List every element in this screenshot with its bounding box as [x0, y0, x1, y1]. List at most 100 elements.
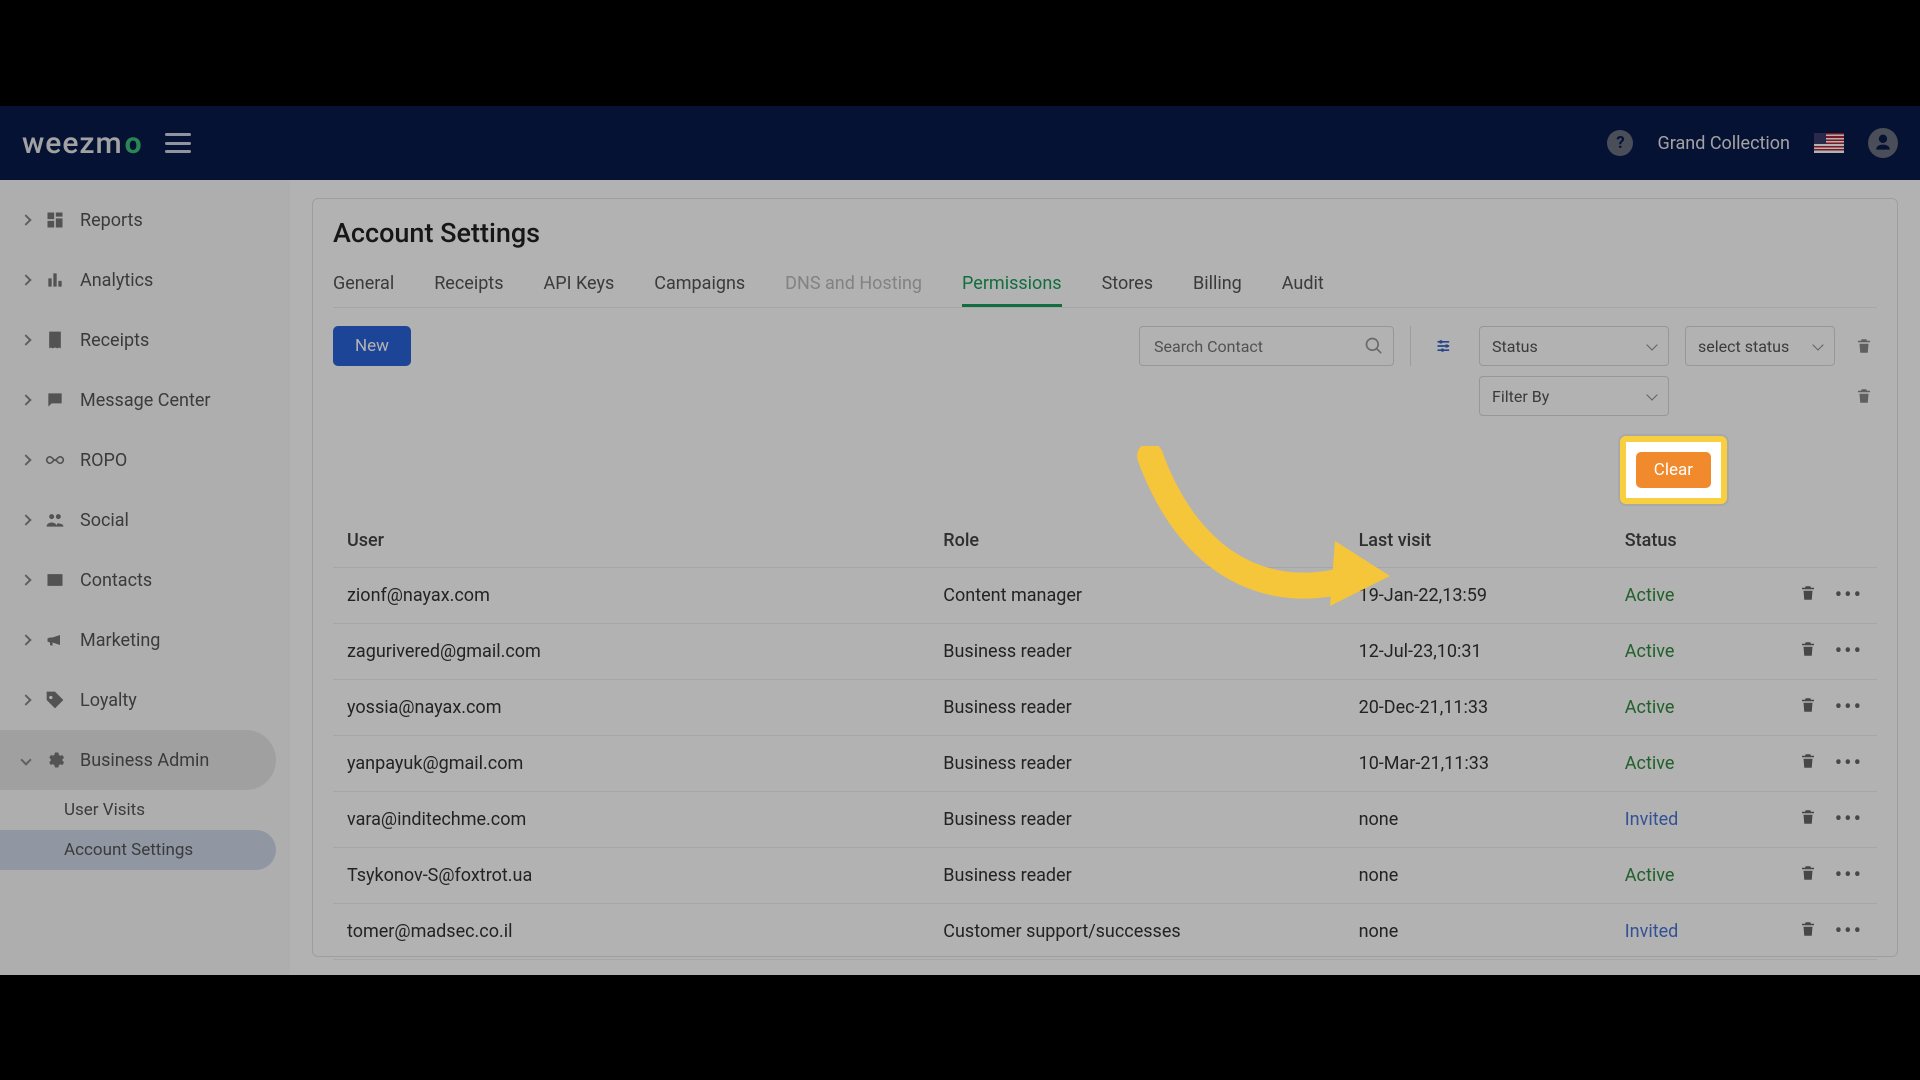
status-badge: Active — [1625, 585, 1675, 606]
status-badge: Invited — [1625, 809, 1679, 830]
profile-avatar-icon[interactable] — [1868, 128, 1898, 158]
menu-toggle-icon[interactable] — [165, 133, 191, 153]
bar-chart-icon — [44, 269, 66, 291]
permissions-toolbar: New Status — [333, 326, 1877, 416]
cell-last-visit: none — [1345, 904, 1611, 960]
cell-role: Business reader — [929, 624, 1344, 680]
tab-audit[interactable]: Audit — [1282, 263, 1324, 307]
cell-role: Business reader — [929, 736, 1344, 792]
cell-user: zagurivered@gmail.com — [333, 624, 929, 680]
status-filter-label: Status — [1492, 337, 1538, 356]
sidebar-subitem-user-visits[interactable]: User Visits — [0, 790, 290, 830]
delete-row-icon[interactable] — [1799, 864, 1817, 887]
brand-name: weezm — [22, 126, 123, 161]
settings-tabs: GeneralReceiptsAPI KeysCampaignsDNS and … — [333, 263, 1877, 308]
delete-filter-icon[interactable] — [1851, 326, 1877, 366]
brand-accent: o — [125, 126, 143, 161]
sidebar-item-analytics[interactable]: Analytics — [0, 250, 290, 310]
filter-by-select[interactable]: Filter By — [1479, 376, 1669, 416]
divider — [1410, 326, 1411, 366]
sidebar-item-social[interactable]: Social — [0, 490, 290, 550]
tab-general[interactable]: General — [333, 263, 394, 307]
sidebar-subitem-account-settings[interactable]: Account Settings — [0, 830, 276, 870]
sidebar-item-receipts[interactable]: Receipts — [0, 310, 290, 370]
new-button[interactable]: New — [333, 326, 411, 366]
table-header-row: User Role Last visit Status — [333, 514, 1877, 568]
sidebar-item-loyalty[interactable]: Loyalty — [0, 670, 290, 730]
tab-billing[interactable]: Billing — [1193, 263, 1242, 307]
gear-icon — [44, 749, 66, 771]
clear-button[interactable]: Clear — [1636, 452, 1711, 488]
delete-row-icon[interactable] — [1799, 640, 1817, 663]
status-filter-select[interactable]: Status — [1479, 326, 1669, 366]
help-icon[interactable]: ? — [1607, 130, 1633, 156]
col-user[interactable]: User — [333, 514, 929, 568]
col-last-visit[interactable]: Last visit — [1345, 514, 1611, 568]
select-status-select[interactable]: select status — [1685, 326, 1835, 366]
receipt-icon — [44, 329, 66, 351]
tab-stores[interactable]: Stores — [1102, 263, 1153, 307]
cell-user: tomer@madsec.co.il — [333, 904, 929, 960]
table-row: yossia@nayax.comBusiness reader20-Dec-21… — [333, 680, 1877, 736]
sidebar-item-label: Business Admin — [80, 750, 209, 771]
chevron-down-icon — [1646, 389, 1657, 400]
delete-row-icon[interactable] — [1799, 752, 1817, 775]
chevron-right-icon — [20, 454, 31, 465]
filter-by-label: Filter By — [1492, 387, 1549, 406]
tab-permissions[interactable]: Permissions — [962, 263, 1062, 307]
clear-highlight: Clear — [1620, 436, 1727, 504]
select-status-label: select status — [1698, 337, 1789, 356]
account-name[interactable]: Grand Collection — [1657, 133, 1790, 154]
locale-flag-icon[interactable] — [1814, 133, 1844, 153]
settings-card: Account Settings GeneralReceiptsAPI Keys… — [312, 198, 1898, 957]
sidebar-item-label: Reports — [80, 210, 143, 231]
sidebar-item-ropo[interactable]: ROPO — [0, 430, 290, 490]
tab-receipts[interactable]: Receipts — [434, 263, 503, 307]
sidebar-nav: Reports Analytics Receipts Message Center RO… — [0, 180, 290, 975]
filter-toggle-icon[interactable] — [1427, 326, 1463, 366]
search-input[interactable] — [1139, 326, 1394, 366]
table-row: tomer@madsec.co.ilCustomer support/succe… — [333, 904, 1877, 960]
sidebar-item-contacts[interactable]: Contacts — [0, 550, 290, 610]
sidebar-item-reports[interactable]: Reports — [0, 190, 290, 250]
sidebar-item-marketing[interactable]: Marketing — [0, 610, 290, 670]
chevron-right-icon — [20, 514, 31, 525]
col-status[interactable]: Status — [1611, 514, 1749, 568]
cell-last-visit: none — [1345, 848, 1611, 904]
delete-row-icon[interactable] — [1799, 584, 1817, 607]
cell-user: yossia@nayax.com — [333, 680, 929, 736]
table-row: zionf@nayax.comContent manager19-Jan-22,… — [333, 568, 1877, 624]
cell-role: Business reader — [929, 792, 1344, 848]
sidebar-item-label: Analytics — [80, 270, 153, 291]
sidebar-item-business-admin[interactable]: Business Admin — [0, 730, 276, 790]
cell-role: Business reader — [929, 680, 1344, 736]
sidebar-item-message-center[interactable]: Message Center — [0, 370, 290, 430]
chevron-right-icon — [20, 394, 31, 405]
contact-card-icon — [44, 569, 66, 591]
delete-row-icon[interactable] — [1799, 808, 1817, 831]
chat-icon — [44, 389, 66, 411]
col-role[interactable]: Role — [929, 514, 1344, 568]
search-icon[interactable] — [1364, 336, 1384, 360]
infinity-icon — [44, 449, 66, 471]
chevron-right-icon — [20, 274, 31, 285]
cell-last-visit: 10-Mar-21,11:33 — [1345, 736, 1611, 792]
sidebar-item-label: Loyalty — [80, 690, 137, 711]
cell-user: Tsykonov-S@foxtrot.ua — [333, 848, 929, 904]
brand-logo: weezmo — [22, 126, 143, 161]
delete-filter-icon[interactable] — [1851, 376, 1877, 416]
table-row: yanpayuk@gmail.comBusiness reader10-Mar-… — [333, 736, 1877, 792]
sidebar-item-label: Receipts — [80, 330, 149, 351]
table-row: vara@inditechme.comBusiness readernoneIn… — [333, 792, 1877, 848]
megaphone-icon — [44, 629, 66, 651]
delete-row-icon[interactable] — [1799, 920, 1817, 943]
cell-user: zionf@nayax.com — [333, 568, 929, 624]
table-row: Tsykonov-S@foxtrot.uaBusiness readernone… — [333, 848, 1877, 904]
delete-row-icon[interactable] — [1799, 696, 1817, 719]
chevron-right-icon — [20, 214, 31, 225]
chevron-down-icon — [20, 754, 31, 765]
tab-api-keys[interactable]: API Keys — [544, 263, 615, 307]
sidebar-item-label: ROPO — [80, 450, 127, 471]
chevron-right-icon — [20, 694, 31, 705]
tab-campaigns[interactable]: Campaigns — [654, 263, 745, 307]
